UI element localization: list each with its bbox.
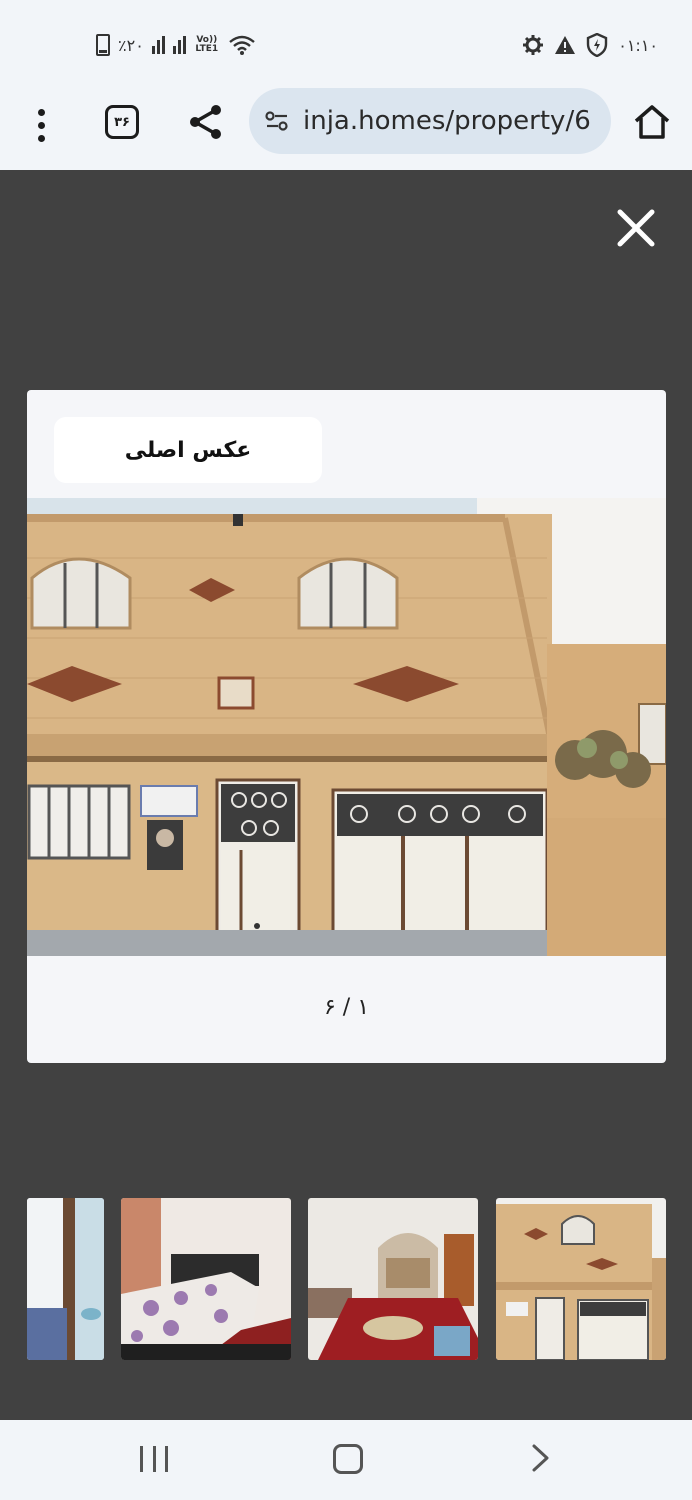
back-chevron-icon[interactable]	[528, 1442, 554, 1474]
menu-button[interactable]	[22, 102, 60, 148]
menu-dot-icon	[37, 134, 45, 142]
thumbnail-living-room[interactable]	[308, 1198, 478, 1360]
menu-dot-icon	[37, 121, 45, 129]
menu-dot-icon	[37, 108, 45, 116]
recent-apps-button[interactable]	[140, 1446, 168, 1472]
gear-icon	[523, 35, 544, 55]
clock: ۰۱:۱۰	[618, 35, 658, 55]
status-bar: ٪۲۰ Vo)) LTE1 ۰۱:۱۰	[0, 0, 692, 80]
photo-caption: عکس اصلی	[54, 417, 322, 483]
shield-icon	[587, 33, 608, 57]
network-type: Vo)) LTE1	[195, 35, 219, 54]
close-icon[interactable]	[612, 204, 660, 252]
recent-bar-icon	[165, 1446, 168, 1472]
tab-switcher-button[interactable]: ۳۶	[105, 105, 139, 139]
image-viewer: عکس اصلی ۱ / ۶	[0, 170, 692, 1420]
thumbnail-bathroom[interactable]	[27, 1198, 104, 1360]
home-icon[interactable]	[632, 102, 672, 142]
signal-icon-2	[172, 36, 186, 54]
nav-home-button[interactable]	[333, 1444, 363, 1474]
wifi-icon	[229, 35, 255, 55]
building-photo	[27, 498, 666, 956]
photo-card: عکس اصلی ۱ / ۶	[27, 390, 666, 1063]
battery-icon	[96, 34, 110, 56]
signal-icon	[151, 36, 165, 54]
address-bar[interactable]: inja.homes/property/6	[249, 88, 611, 154]
warning-icon	[555, 36, 576, 54]
status-left: ٪۲۰ Vo)) LTE1	[96, 30, 256, 60]
main-photo[interactable]	[27, 498, 666, 956]
thumbnail-strip	[27, 1198, 666, 1360]
share-icon[interactable]	[186, 102, 226, 142]
battery-level: ٪۲۰	[118, 35, 144, 55]
recent-bar-icon	[140, 1446, 143, 1472]
url-text[interactable]: inja.homes/property/6	[303, 106, 603, 136]
browser-toolbar: ۳۶ inja.homes/property/6	[0, 80, 692, 170]
thumbnail-building-facade[interactable]	[496, 1198, 666, 1360]
site-settings-icon[interactable]	[263, 107, 291, 135]
recent-bar-icon	[152, 1446, 156, 1472]
thumbnail-bedroom[interactable]	[121, 1198, 291, 1360]
system-nav-bar	[0, 1420, 692, 1500]
photo-counter: ۱ / ۶	[323, 995, 370, 1020]
status-right: ۰۱:۱۰	[522, 30, 658, 60]
